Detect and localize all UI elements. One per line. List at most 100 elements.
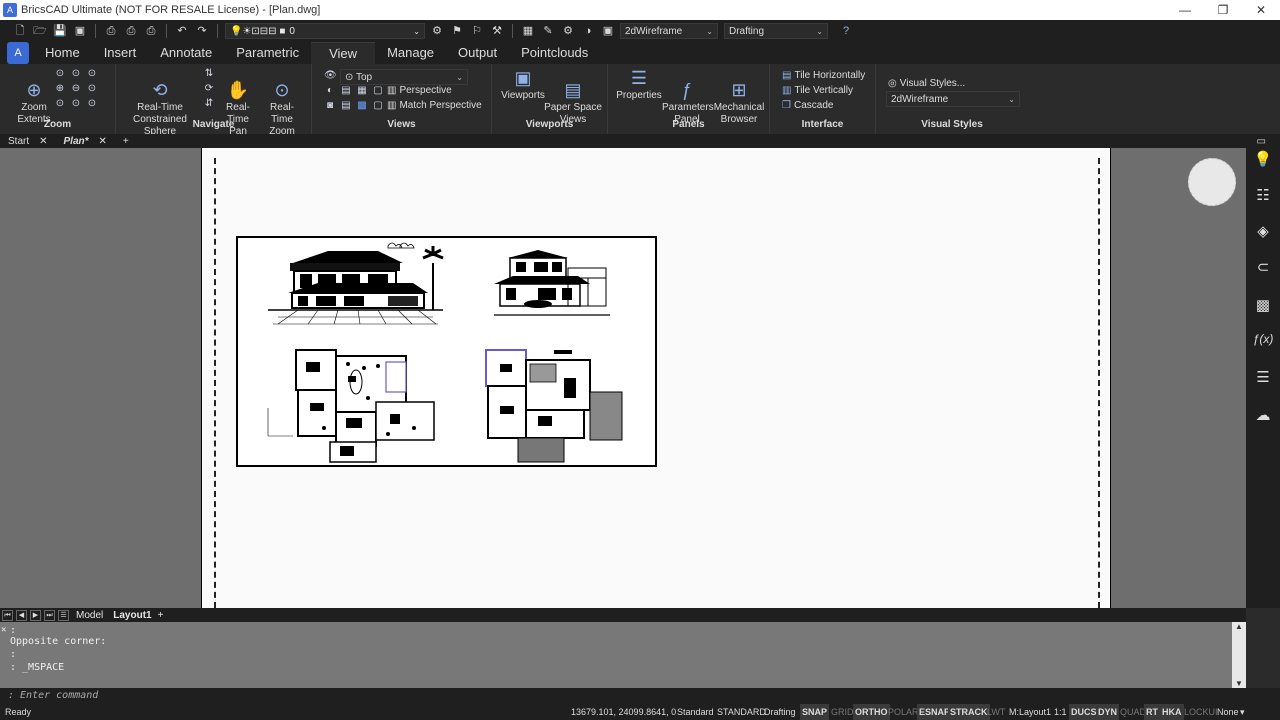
parameters-panel-button[interactable]: ƒ Parameters Panel: [662, 68, 714, 126]
layer-dropdown[interactable]: 💡☀⊡⊟⊟ ■ 0 ⌄: [225, 23, 425, 39]
open-file-icon[interactable]: 🗁: [32, 23, 48, 39]
drawing-area[interactable]: [0, 148, 1246, 608]
view-grid-icon[interactable]: ▩: [356, 100, 368, 112]
zoom-in-icon[interactable]: ⊕: [54, 83, 66, 95]
zoom-window-icon[interactable]: ⊙: [54, 68, 66, 80]
chevron-down-icon[interactable]: ▾: [1238, 704, 1247, 720]
prev-layout-icon[interactable]: ◀: [16, 609, 27, 621]
tab-model[interactable]: Model: [76, 610, 103, 621]
layer-iso-icon[interactable]: ⚑: [449, 23, 465, 39]
close-button[interactable]: ✕: [1242, 0, 1280, 20]
hka-toggle[interactable]: HKA: [1160, 704, 1184, 720]
plot-icon[interactable]: ⎙: [143, 23, 159, 39]
zoom-all-icon[interactable]: ⊙: [86, 98, 98, 110]
mechanical-browser-button[interactable]: ⊞ Mechanical Browser: [712, 68, 766, 126]
orbit-up-icon[interactable]: ⇅: [203, 68, 215, 80]
tab-annotate[interactable]: Annotate: [148, 42, 224, 64]
tile-horizontally-button[interactable]: ▤ Tile Horizontally: [782, 70, 865, 81]
function-icon[interactable]: ƒ(x): [1246, 332, 1280, 346]
visual-style-dropdown[interactable]: 2dWireframe ⌄: [620, 23, 718, 39]
tab-insert[interactable]: Insert: [92, 42, 149, 64]
perspective-button[interactable]: ▥ Perspective: [387, 85, 452, 96]
zoom-previous-icon[interactable]: ⊙: [70, 68, 82, 80]
next-layout-icon[interactable]: ▶: [30, 609, 41, 621]
sliders-icon[interactable]: ☷: [1246, 186, 1280, 204]
zoom-scale-icon[interactable]: ⊙: [70, 98, 82, 110]
save-icon[interactable]: 💾: [52, 23, 68, 39]
application-menu-button[interactable]: A: [7, 42, 29, 64]
close-icon[interactable]: ✕: [39, 136, 47, 147]
eye-icon[interactable]: 👁: [324, 70, 337, 82]
close-icon[interactable]: ✕: [1, 624, 6, 637]
layer-match-icon[interactable]: ⚐: [469, 23, 485, 39]
render-icon[interactable]: ◑: [580, 23, 596, 39]
scale-status[interactable]: 1:1: [1052, 704, 1069, 720]
layout-status[interactable]: M:Layout1: [1007, 704, 1053, 720]
new-file-icon[interactable]: 🗋: [12, 23, 28, 39]
visual-styles-button[interactable]: ◎ Visual Styles...: [888, 78, 965, 89]
layers-icon[interactable]: ◈: [1246, 222, 1280, 240]
command-input[interactable]: : Enter command: [0, 688, 1280, 704]
structure-icon[interactable]: ☰: [1246, 368, 1280, 386]
tile-vertically-button[interactable]: ▥ Tile Vertically: [782, 85, 853, 96]
tab-list-icon[interactable]: ▭: [1257, 136, 1266, 147]
workspace-status[interactable]: Drafting: [762, 704, 798, 720]
lockui-toggle[interactable]: LOCKUI: [1182, 704, 1220, 720]
orbit-down-icon[interactable]: ⇵: [203, 98, 215, 110]
view-prev-icon[interactable]: ◐: [324, 85, 336, 97]
cascade-button[interactable]: ❐ Cascade: [782, 100, 833, 111]
doc-tab-plan[interactable]: Plan* ✕: [56, 136, 115, 147]
cloud-icon[interactable]: ☁: [1246, 406, 1280, 424]
zoom-center-icon[interactable]: ⊙: [86, 83, 98, 95]
ducs-toggle[interactable]: DUCS: [1069, 704, 1099, 720]
tab-pointclouds[interactable]: Pointclouds: [509, 42, 600, 64]
zoom-out-icon[interactable]: ⊖: [70, 83, 82, 95]
polar-toggle[interactable]: POLAR: [886, 704, 921, 720]
lightbulb-icon[interactable]: 💡: [1246, 150, 1280, 168]
view-dropdown[interactable]: ⊙ Top ⌄: [340, 69, 468, 85]
undo-icon[interactable]: ↶: [174, 23, 190, 39]
tab-manage[interactable]: Manage: [375, 42, 446, 64]
scroll-up-icon[interactable]: ▲: [1232, 622, 1246, 631]
command-scrollbar[interactable]: ▲ ▼: [1232, 622, 1246, 688]
scroll-down-icon[interactable]: ▼: [1232, 679, 1246, 688]
paper-space-views-button[interactable]: ▤ Paper Space Views: [544, 68, 602, 126]
zoom-object-icon[interactable]: ⊙: [54, 98, 66, 110]
paperclip-icon[interactable]: ⊂: [1246, 258, 1280, 276]
calc-icon[interactable]: ▦: [520, 23, 536, 39]
workspace-dropdown[interactable]: Drafting ⌄: [724, 23, 828, 39]
orbit-free-icon[interactable]: ⟳: [203, 83, 215, 95]
properties-button[interactable]: ☰ Properties: [616, 68, 662, 102]
layer-tool-icon[interactable]: ⚙: [429, 23, 445, 39]
hatch-icon[interactable]: ▩: [1246, 296, 1280, 314]
view-doc-icon[interactable]: ▤: [340, 85, 352, 97]
dyn-toggle[interactable]: DYN: [1096, 704, 1120, 720]
navigation-wheel[interactable]: [1188, 158, 1236, 206]
layout-list-icon[interactable]: ☰: [58, 609, 69, 621]
esnap-toggle[interactable]: ESNAP: [917, 704, 953, 720]
tab-home[interactable]: Home: [33, 42, 92, 64]
visual-style-icon[interactable]: ▣: [600, 23, 616, 39]
new-tab-button[interactable]: +: [115, 136, 137, 147]
zoom-realtime-icon[interactable]: ⊙: [86, 68, 98, 80]
minimize-button[interactable]: —: [1166, 0, 1204, 20]
help-icon[interactable]: ?: [838, 23, 854, 39]
lwt-toggle[interactable]: LWT: [985, 704, 1007, 720]
camera-icon[interactable]: ◙: [324, 100, 336, 112]
redo-icon[interactable]: ↷: [194, 23, 210, 39]
ortho-toggle[interactable]: ORTHO: [853, 704, 890, 720]
visual-styles-dropdown[interactable]: 2dWireframe ⌄: [886, 91, 1020, 107]
maximize-button[interactable]: ❐: [1204, 0, 1242, 20]
selection-filter[interactable]: None: [1215, 704, 1241, 720]
view-cube-icon[interactable]: ▢: [372, 85, 384, 97]
first-layout-icon[interactable]: ⏮: [2, 609, 13, 621]
ruler-icon[interactable]: ✎: [540, 23, 556, 39]
text-style[interactable]: Standard: [675, 704, 716, 720]
tab-output[interactable]: Output: [446, 42, 509, 64]
viewports-button[interactable]: ▣ Viewports: [500, 68, 546, 102]
viewport-frame[interactable]: [236, 236, 657, 467]
grid-toggle[interactable]: GRID: [829, 704, 856, 720]
zoom-extents-button[interactable]: ⊕ Zoom Extents: [14, 68, 54, 126]
layer-prev-icon[interactable]: ⚒: [489, 23, 505, 39]
save-as-icon[interactable]: ▣: [72, 23, 88, 39]
